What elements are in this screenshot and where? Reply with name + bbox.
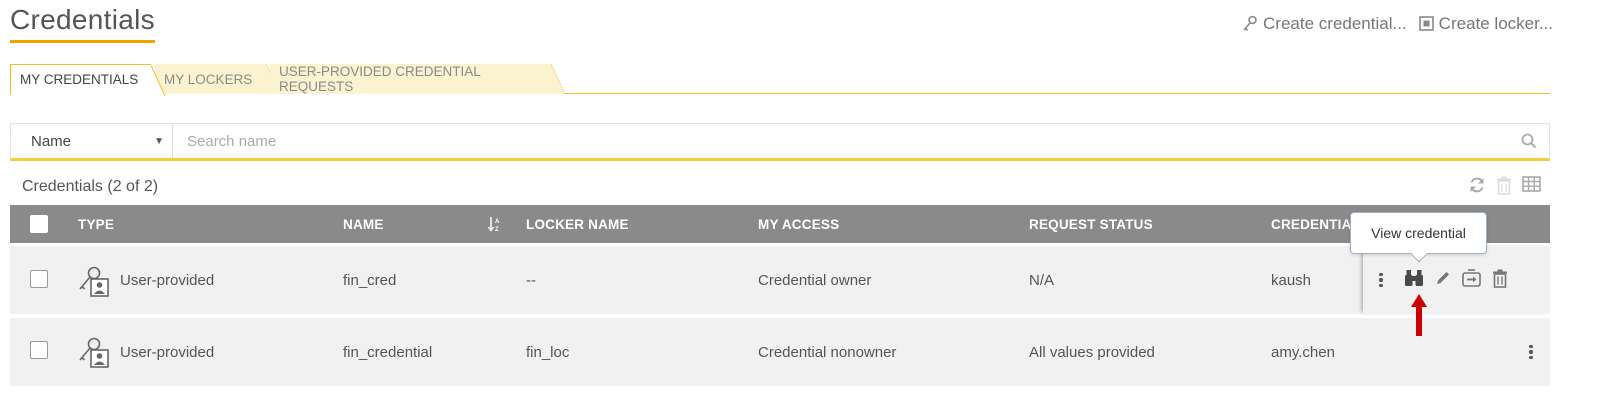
column-locker-name[interactable]: LOCKER NAME [526, 205, 629, 243]
trash-icon[interactable] [1492, 269, 1508, 292]
search-field-value: Name [31, 132, 72, 150]
cell-type: User-provided [120, 271, 215, 289]
table-row[interactable]: User-provided fin_cred -- Credential own… [10, 246, 1550, 314]
column-name[interactable]: NAME [343, 205, 384, 243]
search-field-select[interactable]: Name ▼ [11, 124, 173, 158]
user-provided-credential-icon [78, 336, 110, 372]
row-checkbox[interactable] [30, 270, 48, 288]
sort-ascending-icon[interactable]: AZ [488, 205, 502, 243]
cell-request-status: All values provided [1029, 343, 1155, 361]
pencil-icon[interactable] [1435, 270, 1451, 290]
cell-name: fin_cred [343, 271, 397, 289]
view-credential-tooltip: View credential [1350, 212, 1487, 263]
row-action-bar [1363, 246, 1550, 314]
svg-text:Z: Z [495, 227, 499, 232]
column-type[interactable]: TYPE [78, 205, 114, 243]
tab-bar: MY CREDENTIALS MY LOCKERS USER-PROVIDED … [10, 64, 1550, 96]
tooltip-text: View credential [1371, 225, 1466, 241]
cell-request-status: N/A [1029, 271, 1055, 289]
tab-edge [551, 64, 565, 94]
list-tools [1468, 176, 1541, 200]
locker-icon [1418, 16, 1434, 32]
user-provided-credential-icon [78, 265, 110, 301]
binoculars-icon[interactable] [1404, 269, 1424, 291]
kebab-menu-icon[interactable] [1527, 318, 1535, 386]
tab-label: USER-PROVIDED CREDENTIAL REQUESTS [279, 64, 481, 94]
tab-my-credentials[interactable]: MY CREDENTIALS [10, 64, 165, 96]
key-icon [1242, 15, 1258, 33]
page-title: Credentials [10, 4, 155, 43]
cell-credential-owner: amy.chen [1271, 343, 1335, 361]
column-request-status[interactable]: REQUEST STATUS [1029, 205, 1153, 243]
create-locker-link[interactable]: Create locker... [1418, 14, 1553, 34]
create-credential-label: Create credential... [1263, 14, 1407, 33]
cell-locker-name: -- [526, 271, 536, 289]
cell-name: fin_credential [343, 343, 433, 361]
tab-my-lockers[interactable]: MY LOCKERS [155, 64, 280, 94]
export-icon[interactable] [1462, 269, 1481, 291]
svg-text:A: A [495, 219, 500, 225]
cell-my-access: Credential nonowner [758, 343, 897, 361]
kebab-menu-icon[interactable] [1377, 272, 1385, 288]
caret-down-icon: ▼ [154, 136, 164, 147]
red-arrow-annotation [1411, 294, 1427, 341]
column-my-access[interactable]: MY ACCESS [758, 205, 839, 243]
tab-user-provided-requests[interactable]: USER-PROVIDED CREDENTIAL REQUESTS [270, 64, 565, 94]
top-actions: Create credential... Create locker... [1242, 14, 1553, 34]
table-view-icon[interactable] [1522, 176, 1541, 200]
table-header: TYPE NAME AZ LOCKER NAME MY ACCESS REQUE… [10, 205, 1550, 243]
tab-label: MY LOCKERS [164, 71, 253, 87]
search-bar: Name ▼ [10, 123, 1550, 161]
create-locker-label: Create locker... [1438, 14, 1553, 33]
cell-credential-owner: kaush [1271, 271, 1312, 289]
cell-type: User-provided [120, 343, 215, 361]
table-row[interactable]: User-provided fin_credential fin_loc Cre… [10, 318, 1550, 386]
tab-label: MY CREDENTIALS [20, 72, 139, 87]
create-credential-link[interactable]: Create credential... [1242, 14, 1407, 34]
cell-my-access: Credential owner [758, 271, 872, 289]
cell-locker-name: fin_loc [526, 343, 570, 361]
search-icon[interactable] [1509, 124, 1549, 158]
row-checkbox[interactable] [30, 341, 48, 359]
select-all-checkbox[interactable] [30, 215, 48, 233]
refresh-icon[interactable] [1468, 176, 1486, 200]
delete-icon[interactable] [1496, 176, 1512, 200]
column-credential-owner[interactable]: CREDENTIAL [1271, 205, 1360, 243]
tab-edge [151, 65, 165, 96]
search-input[interactable] [173, 124, 1509, 158]
list-count: Credentials (2 of 2) [22, 178, 159, 195]
